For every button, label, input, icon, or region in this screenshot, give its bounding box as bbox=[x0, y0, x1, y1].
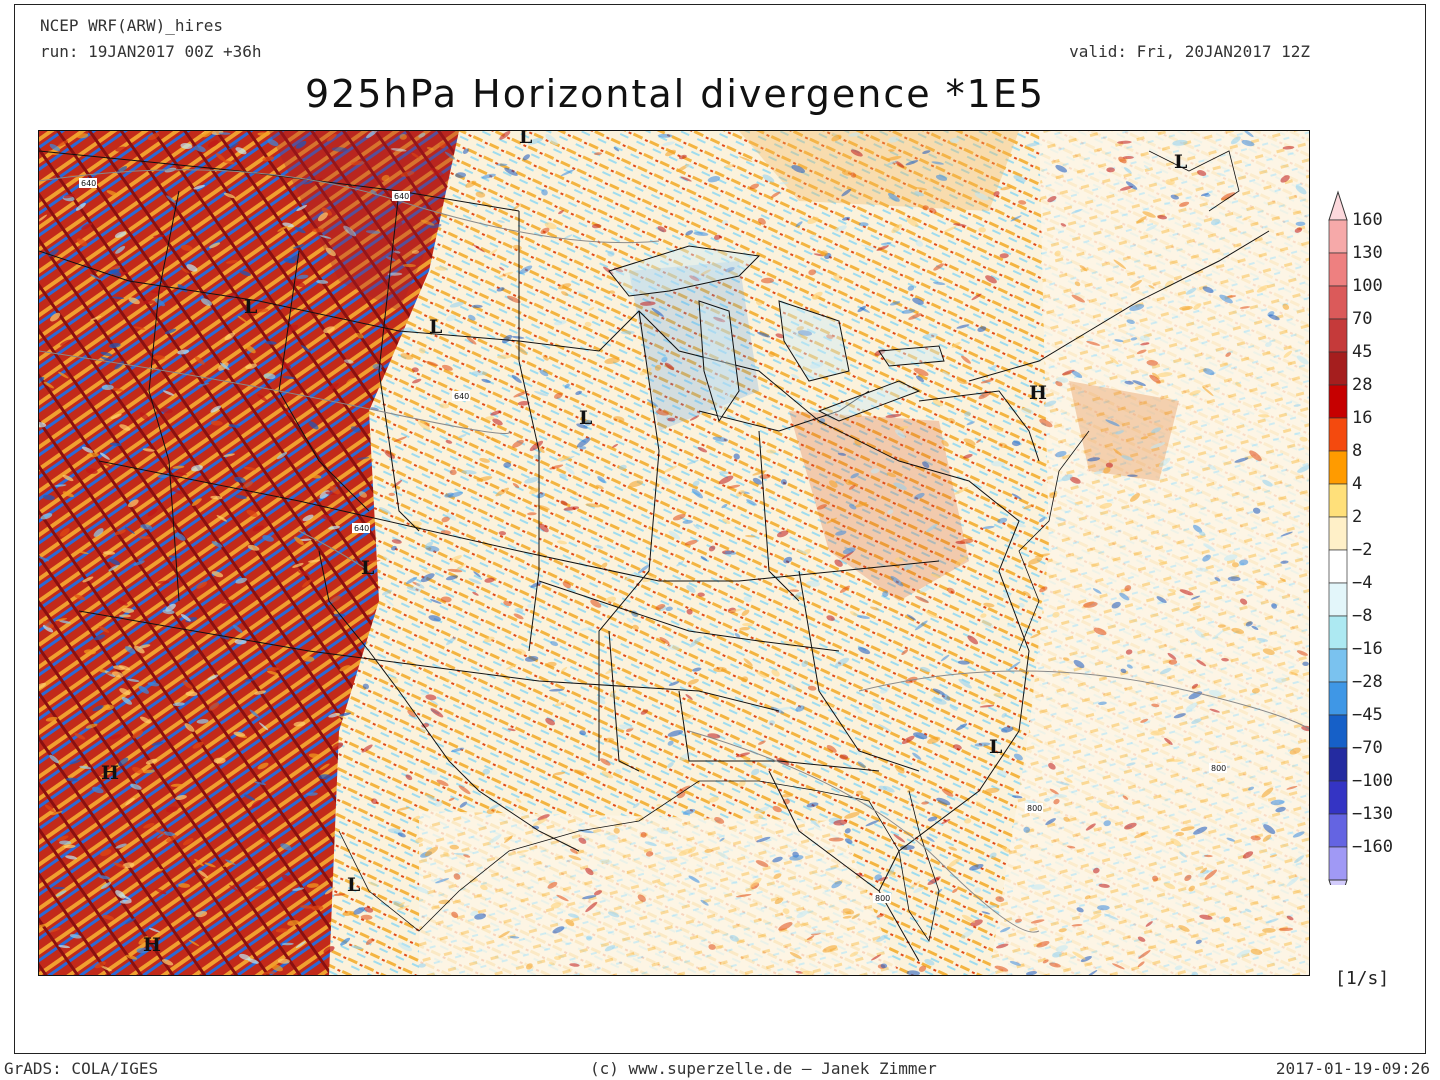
colorbar-tick-label: −8 bbox=[1352, 606, 1373, 626]
colorbar-unit: [1/s] bbox=[1335, 968, 1390, 989]
high-pressure-marker: H bbox=[1029, 382, 1047, 404]
divergence-map: 640 640 640 640 800 800 800 L L L L L L L L H H H bbox=[38, 130, 1310, 976]
low-pressure-marker: L bbox=[579, 407, 592, 429]
colorbar-swatch bbox=[1328, 252, 1348, 287]
colorbar-swatch bbox=[1328, 351, 1348, 386]
colorbar-swatch bbox=[1328, 714, 1348, 749]
low-pressure-marker: L bbox=[244, 296, 257, 318]
footer-timestamp: 2017-01-19-09:26 bbox=[1275, 1059, 1430, 1078]
colorbar-tick-label: 130 bbox=[1352, 243, 1383, 263]
contour-label: 800 bbox=[875, 894, 890, 903]
colorbar bbox=[1326, 190, 1350, 910]
colorbar-tick-label: 2 bbox=[1352, 507, 1363, 527]
colorbar-tick-label: 16 bbox=[1352, 408, 1373, 428]
low-pressure-marker: L bbox=[989, 736, 1002, 758]
colorbar-swatch bbox=[1328, 681, 1348, 716]
valid-time: valid: Fri, 20JAN2017 12Z bbox=[1069, 42, 1310, 61]
colorbar-tick-label: 160 bbox=[1352, 210, 1383, 230]
colorbar-swatch bbox=[1328, 615, 1348, 650]
colorbar-swatch bbox=[1328, 747, 1348, 782]
colorbar-tick-label: −28 bbox=[1352, 672, 1383, 692]
colorbar-tick-label: −160 bbox=[1352, 837, 1393, 857]
colorbar-swatch bbox=[1328, 582, 1348, 617]
colorbar-tick-label: −45 bbox=[1352, 705, 1383, 725]
low-pressure-marker: L bbox=[1174, 151, 1187, 173]
contour-label: 640 bbox=[394, 192, 409, 201]
colorbar-tick-label: 100 bbox=[1352, 276, 1383, 296]
colorbar-swatch bbox=[1328, 516, 1348, 551]
colorbar-swatch bbox=[1328, 219, 1348, 254]
high-pressure-marker: H bbox=[143, 934, 161, 956]
colorbar-swatch bbox=[1328, 813, 1348, 848]
colorbar-swatch bbox=[1328, 648, 1348, 683]
footer-copyright: (c) www.superzelle.de – Janek Zimmer bbox=[590, 1059, 937, 1078]
colorbar-swatch bbox=[1328, 483, 1348, 518]
colorbar-swatch bbox=[1328, 417, 1348, 452]
high-pressure-marker: H bbox=[101, 762, 119, 784]
colorbar-tick-label: −4 bbox=[1352, 573, 1373, 593]
colorbar-swatch bbox=[1328, 549, 1348, 584]
colorbar-tick-label: 8 bbox=[1352, 441, 1363, 461]
colorbar-tick-label: −130 bbox=[1352, 804, 1393, 824]
colorbar-tick-label: 70 bbox=[1352, 309, 1373, 329]
low-pressure-marker: L bbox=[347, 874, 360, 896]
colorbar-tick-label: −70 bbox=[1352, 738, 1383, 758]
colorbar-tick-label: −2 bbox=[1352, 540, 1373, 560]
contour-label: 640 bbox=[354, 524, 369, 533]
colorbar-tick-label: −16 bbox=[1352, 639, 1383, 659]
map-title: 925hPa Horizontal divergence *1E5 bbox=[304, 72, 1046, 116]
colorbar-tick-label: 45 bbox=[1352, 342, 1373, 362]
colorbar-swatch bbox=[1328, 450, 1348, 485]
colorbar-swatch bbox=[1328, 780, 1348, 815]
colorbar-swatch bbox=[1328, 318, 1348, 353]
contour-label: 640 bbox=[454, 392, 469, 401]
footer-grads: GrADS: COLA/IGES bbox=[4, 1059, 159, 1078]
colorbar-bottom-cap bbox=[1328, 879, 1348, 910]
low-pressure-marker: L bbox=[361, 557, 374, 579]
contour-label: 800 bbox=[1027, 804, 1042, 813]
colorbar-top-cap bbox=[1328, 190, 1348, 221]
colorbar-swatch bbox=[1328, 846, 1348, 881]
colorbar-swatch bbox=[1328, 285, 1348, 320]
colorbar-swatch bbox=[1328, 384, 1348, 419]
run-time: run: 19JAN2017 00Z +36h bbox=[40, 42, 262, 61]
colorbar-tick-label: 28 bbox=[1352, 375, 1373, 395]
model-name: NCEP WRF(ARW)_hires bbox=[40, 16, 224, 35]
low-pressure-marker: L bbox=[429, 316, 442, 338]
low-pressure-marker: L bbox=[519, 131, 532, 148]
contour-label: 640 bbox=[81, 179, 96, 188]
colorbar-tick-label: −100 bbox=[1352, 771, 1393, 791]
colorbar-tick-label: 4 bbox=[1352, 474, 1363, 494]
contour-label: 800 bbox=[1211, 764, 1226, 773]
